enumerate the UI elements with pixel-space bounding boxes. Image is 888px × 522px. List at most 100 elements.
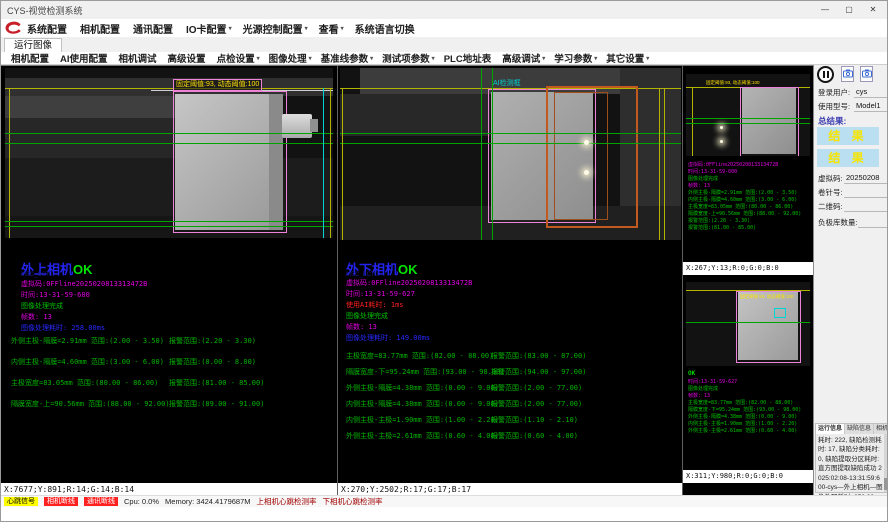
tab-defect-info[interactable]: 缺陷信息 — [845, 424, 874, 434]
toolbar-item[interactable]: PLC地址表 — [444, 51, 494, 65]
camera-1-button[interactable] — [841, 66, 854, 82]
toolbar-item[interactable]: 相机配置 — [11, 51, 51, 65]
toolbar-item[interactable]: 测试项参数▾ — [382, 51, 435, 65]
measurement-row: 主极宽度=83.05mm 范围:(80.00 - 86.00) 报警范围:(81… — [11, 379, 264, 387]
overlay-line — [481, 68, 482, 240]
ok-status: OK — [398, 262, 418, 277]
toolbar-item[interactable]: 高级设置 — [168, 51, 208, 65]
menu-item[interactable]: 系统配置 — [27, 21, 69, 36]
lower-camera-heartbeat[interactable]: 下相机心跳检测率 — [323, 496, 383, 507]
mini-bottom-lines: 时间:13-31-59-627 图像处理完成 帧数: 13 主极宽度=83.77… — [688, 379, 801, 435]
camera-subtitle: MSC_BCTT — [21, 272, 53, 278]
tab-run-info[interactable]: 运行信息 — [816, 424, 845, 434]
menu-item[interactable]: 查看▾ — [319, 21, 344, 36]
overlay-line — [5, 226, 333, 227]
info-line: 时间:13-31-59-600 — [21, 290, 147, 301]
toolbar-item[interactable]: 相机调试 — [119, 51, 159, 65]
camera-2-button[interactable] — [860, 66, 873, 82]
info-line: 图像处理完成 — [688, 386, 801, 393]
sidebar: 登录用户: cys 使用型号: Model1 总结果: 结 果 结 果 虚拟码:… — [813, 65, 888, 495]
overlay-line — [340, 133, 681, 134]
measurement-value: 内侧主极-主极=1.90mm 范围:(1.00 - 2.20) — [346, 416, 491, 424]
chevron-down-icon: ▾ — [370, 55, 373, 62]
camera-info-lines: 虚拟码:0FFline2025020813313472B 时间:13-31-59… — [21, 279, 147, 334]
field-label: 负极库数量: — [818, 217, 858, 228]
scrollbar-thumb[interactable] — [884, 478, 888, 490]
measurement-row: 内侧主极-主极=1.90mm 范围:(1.00 - 2.20) 报警范围:(1.… — [346, 416, 586, 424]
cpu-usage: Cpu: 0.0% — [124, 497, 159, 506]
close-button[interactable]: ✕ — [861, 1, 885, 19]
field-underline — [854, 97, 887, 98]
info-line: 图像处理耗时: 149.00ms — [346, 333, 472, 344]
ok-status: OK — [73, 262, 93, 277]
menu-item[interactable]: 相机配置 — [80, 21, 122, 36]
menu-item[interactable]: 通讯配置 — [133, 21, 175, 36]
measurement-value: 外侧主极-隔膜=4.38mm 范围:(0.00 - 9.00) — [346, 384, 491, 392]
left-camera-image[interactable]: 固定阈值:93, 动态阈值:100 — [5, 68, 333, 238]
ok-status: OK — [688, 370, 695, 378]
toolbar-item[interactable]: 基准线参数▾ — [321, 51, 374, 65]
ai-box-label: AI检测框 — [493, 78, 521, 88]
mini-top-image[interactable]: 固定阈值:93, 动态阈值:100 — [686, 74, 810, 156]
info-line: 外侧主极-隔膜=2.91mm 范围:(2.00 - 3.50) — [688, 190, 801, 197]
chevron-down-icon: ▾ — [305, 25, 308, 32]
total-result-label: 总结果: — [818, 115, 846, 127]
toolbar-item[interactable]: 学习参数▾ — [554, 51, 597, 65]
log-text: 耗时: 222, 缺陷检测耗时: 17, 缺陷分类耗时: 0, 缺陷提取分区耗时… — [816, 434, 888, 504]
alarm-range: 报警范围:(2.00 - 77.00) — [491, 384, 582, 392]
alarm-range: 报警范围:(2.20 - 3.30) — [169, 337, 256, 345]
machine-band — [5, 118, 175, 158]
field-value: 20250208 — [846, 173, 879, 182]
overlay-line — [5, 88, 333, 89]
pixel-status-mini-top: X:267;Y:13;R:0;G:0;B:0 — [683, 262, 813, 275]
measurement-row: 内侧主极-隔膜=4.38mm 范围:(0.00 - 9.00) 报警范围:(2.… — [346, 400, 586, 408]
info-line: 报警范围:(81.00 - 85.00) — [688, 225, 801, 232]
info-line: 主极宽度=83.05mm 范围:(80.00 - 86.00) — [688, 204, 801, 211]
overlay-line — [686, 322, 810, 323]
info-line: 使用AI耗时: 1ms — [346, 300, 472, 311]
camera-offline-badge: 相机断线 — [44, 497, 78, 506]
toolbar-item[interactable]: 其它设置▾ — [606, 51, 649, 65]
overlay-line — [686, 118, 810, 119]
overlay-line — [9, 88, 10, 238]
mini-panel-column: 固定阈值:93, 动态阈值:100 虚拟码:0FFline20250208133… — [683, 66, 813, 496]
overlay-line — [5, 133, 333, 134]
ai-detection-inner-box — [554, 92, 608, 220]
info-line: 虚拟码:0FFline2025020813313472B — [21, 279, 147, 290]
led-glow — [720, 140, 723, 143]
mini-top-lines: 虚拟码:0FFline2025020813313472B 时间:13-31-59… — [688, 162, 801, 232]
info-line: 虚拟码:0FFline2025020813313472B — [346, 278, 472, 289]
alarm-range: 报警范围:(94.00 - 97.00) — [491, 368, 586, 376]
upper-camera-heartbeat[interactable]: 上相机心跳检测率 — [257, 496, 317, 507]
toolbar-item[interactable]: 图像处理▾ — [269, 51, 312, 65]
threshold-label: 固定阈值:93, 动态阈值:100 — [173, 79, 262, 91]
chevron-down-icon: ▾ — [542, 55, 545, 62]
camera-icon — [862, 65, 872, 83]
toolbar-item[interactable]: 点检设置▾ — [217, 51, 260, 65]
minimize-button[interactable]: — — [813, 1, 837, 19]
info-line: 时间:13-31-59-627 — [688, 379, 801, 386]
pause-button[interactable] — [817, 66, 834, 83]
log-scrollbar[interactable] — [884, 434, 888, 492]
chevron-down-icon: ▾ — [594, 55, 597, 62]
tab-camera-info[interactable]: 相机信息 — [874, 424, 888, 434]
camera-info-lines: 虚拟码:0FFline2025020813313472B 时间:13-31-59… — [346, 278, 472, 344]
toolbar-item[interactable]: 高级调试▾ — [502, 51, 545, 65]
memory-usage: Memory: 3424.4179687M — [165, 497, 250, 506]
threshold-label: 固定阈值:93, 动态阈值:100 — [740, 294, 794, 300]
toolbar-item[interactable]: AI使用配置 — [60, 51, 110, 65]
info-line: 内侧主极-隔膜=4.60mm 范围:(3.00 - 6.00) — [688, 197, 801, 204]
menu-item[interactable]: 光源控制配置▾ — [243, 21, 308, 36]
mini-bottom-image[interactable]: 固定阈值:93, 动态阈值:100 — [686, 282, 810, 366]
status-bar: 心跳信号 相机断线 通讯断线 Cpu: 0.0% Memory: 3424.41… — [1, 495, 887, 507]
menu-item[interactable]: 系统语言切换 — [355, 21, 417, 36]
led-glow — [584, 170, 589, 175]
cyan-marker-box — [774, 308, 786, 318]
login-user-label: 登录用户: — [818, 87, 850, 98]
maximize-button[interactable]: ▢ — [837, 1, 861, 19]
measurement-row: 主极宽度=83.77mm 范围:(82.00 - 88.00) 报警范围:(83… — [346, 352, 586, 360]
menu-item[interactable]: IO卡配置▾ — [186, 21, 232, 36]
heartbeat-badge: 心跳信号 — [4, 497, 38, 506]
middle-camera-image[interactable]: AI检测框 — [340, 68, 681, 240]
field-label: 二维码: — [818, 201, 843, 212]
